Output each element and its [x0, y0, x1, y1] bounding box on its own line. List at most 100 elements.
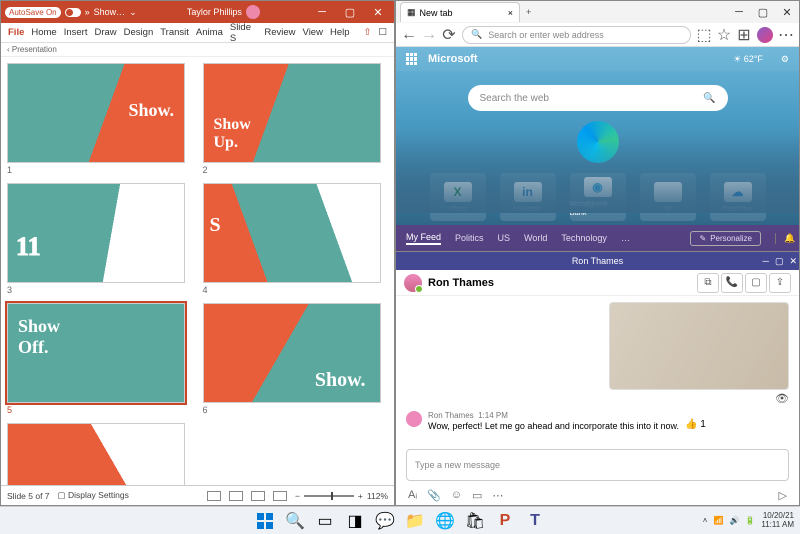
slide-sorter[interactable]: Show.1 Show Up.2 113 S4 Show Off.5 Show.… — [1, 57, 394, 485]
view-normal-icon[interactable] — [207, 491, 221, 501]
contact-name[interactable]: Ron Thames — [428, 277, 494, 289]
emoji-button[interactable]: ☺ — [451, 489, 462, 501]
maximize-button[interactable]: ▢ — [338, 6, 362, 19]
attach-button[interactable]: 📎 — [427, 489, 441, 502]
zoom-level[interactable]: 112% — [367, 491, 388, 501]
video-call-button[interactable]: ▢ — [745, 273, 767, 293]
view-reading-icon[interactable] — [251, 491, 265, 501]
chat-pane[interactable]: 👁 Ron Thames 1:14 PM Wow, perfect! Let m… — [396, 296, 799, 449]
format-button[interactable]: Aᵢ — [408, 489, 417, 501]
teams-maximize-button[interactable]: ▢ — [775, 256, 784, 267]
edge-minimize-button[interactable]: ─ — [727, 6, 751, 18]
teams-close-button[interactable]: ✕ — [789, 256, 797, 267]
widgets-button[interactable]: ◨ — [342, 509, 368, 533]
notifications-icon[interactable]: 🔔 — [775, 233, 789, 244]
contact-avatar-icon[interactable] — [404, 274, 422, 292]
compose-box[interactable]: Type a new message — [406, 449, 789, 481]
ribbon-tab-help[interactable]: Help — [327, 25, 353, 40]
minimize-button[interactable]: ─ — [310, 6, 334, 18]
display-settings-button[interactable]: ▢ Display Settings — [58, 490, 129, 501]
teams-minimize-button[interactable]: ─ — [763, 256, 769, 267]
send-button[interactable]: ▷ — [779, 489, 787, 502]
weather-widget[interactable]: ☀ 62°F — [733, 54, 763, 65]
slide-thumb-1[interactable]: Show.1 — [7, 63, 193, 175]
start-button[interactable] — [252, 509, 278, 533]
profile-avatar-icon[interactable] — [757, 27, 773, 43]
image-attachment[interactable] — [609, 302, 789, 390]
wifi-icon[interactable]: 📶 — [713, 516, 723, 525]
user-avatar-icon[interactable] — [246, 5, 260, 19]
user-name[interactable]: Taylor Phillips — [187, 7, 242, 17]
app-launcher-icon[interactable] — [406, 53, 418, 65]
slide-thumb-7[interactable]: 7 — [7, 423, 193, 485]
edge-maximize-button[interactable]: ▢ — [751, 6, 775, 19]
ribbon-tab-draw[interactable]: Draw — [91, 25, 119, 40]
powerpoint-taskbar-icon[interactable]: P — [492, 509, 518, 533]
gif-button[interactable]: ▭ — [472, 489, 482, 502]
slide-thumb-6[interactable]: Show.6 — [203, 303, 389, 415]
qat-more[interactable]: » — [85, 7, 90, 17]
edge-close-button[interactable]: ✕ — [775, 6, 799, 19]
favorites-button[interactable]: ☆ — [717, 28, 731, 42]
edge-taskbar-icon[interactable]: 🌐 — [432, 509, 458, 533]
back-button[interactable]: ← — [402, 28, 416, 42]
chat-button[interactable]: 💬 — [372, 509, 398, 533]
task-view-button[interactable]: ▭ — [312, 509, 338, 533]
popout-button[interactable]: ⧉ — [697, 273, 719, 293]
view-slideshow-icon[interactable] — [273, 491, 287, 501]
feed-tab-technology[interactable]: Technology — [561, 233, 607, 243]
ribbon-tab-view[interactable]: View — [300, 25, 326, 40]
screenshare-button[interactable]: ⇪ — [769, 273, 791, 293]
ribbon-tab-slideshow[interactable]: Slide S — [227, 20, 261, 46]
system-tray[interactable]: ˄ 📶 🔊 🔋 10/20/21 11:11 AM — [703, 512, 794, 530]
clock[interactable]: 10/20/21 11:11 AM — [761, 512, 794, 530]
teams-taskbar-icon[interactable]: T — [522, 509, 548, 533]
explorer-button[interactable]: 📁 — [402, 509, 428, 533]
autosave-toggle[interactable] — [65, 8, 81, 17]
close-button[interactable]: ✕ — [366, 6, 390, 19]
extensions-button[interactable]: ⬚ — [697, 28, 711, 42]
tray-chevron-icon[interactable]: ˄ — [703, 516, 708, 525]
tab-close-icon[interactable]: × — [508, 8, 513, 18]
ntp-settings-icon[interactable]: ⚙ — [781, 54, 789, 65]
slide-thumb-5[interactable]: Show Off.5 — [7, 303, 193, 415]
ribbon-tab-insert[interactable]: Insert — [61, 25, 91, 40]
share-button[interactable]: ⇧ — [361, 25, 375, 40]
search-button[interactable]: 🔍 — [282, 509, 308, 533]
feed-tab-us[interactable]: US — [498, 233, 511, 243]
comments-button[interactable]: ☐ — [375, 25, 390, 40]
menu-button[interactable]: ⋯ — [779, 28, 793, 42]
more-button[interactable]: ⋯ — [492, 489, 503, 502]
ribbon-tab-file[interactable]: File — [5, 25, 27, 40]
volume-icon[interactable]: 🔊 — [729, 516, 739, 525]
refresh-button[interactable]: ⟳ — [442, 28, 456, 42]
ntp-search-box[interactable]: Search the web 🔍 — [468, 85, 728, 111]
search-submit-icon[interactable]: 🔍 — [703, 93, 715, 104]
new-tab-button[interactable]: + — [520, 7, 537, 17]
autosave-badge[interactable]: AutoSave On — [5, 7, 61, 18]
collections-button[interactable]: ⊞ — [737, 28, 751, 42]
zoom-out-button[interactable]: − — [295, 491, 300, 501]
slide-thumb-3[interactable]: 113 — [7, 183, 193, 295]
ribbon-tab-animations[interactable]: Anima — [193, 25, 226, 40]
call-button[interactable]: 📞 — [721, 273, 743, 293]
ribbon-tab-home[interactable]: Home — [28, 25, 59, 40]
doc-title[interactable]: Show… — [94, 7, 126, 17]
feed-tab-politics[interactable]: Politics — [455, 233, 484, 243]
address-bar[interactable]: 🔍 Search or enter web address — [462, 26, 691, 44]
store-button[interactable]: 🛍 — [462, 509, 488, 533]
zoom-in-button[interactable]: + — [358, 491, 363, 501]
view-sorter-icon[interactable] — [229, 491, 243, 501]
slide-thumb-2[interactable]: Show Up.2 — [203, 63, 389, 175]
msg-reaction[interactable]: 👍 1 — [685, 419, 706, 430]
slide-thumb-4[interactable]: S4 — [203, 183, 389, 295]
feed-tab-world[interactable]: World — [524, 233, 547, 243]
ribbon-tab-review[interactable]: Review — [261, 25, 298, 40]
battery-icon[interactable]: 🔋 — [745, 516, 755, 525]
browser-tab[interactable]: ▦ New tab × — [400, 2, 520, 22]
feed-tab-myfeed[interactable]: My Feed — [406, 232, 441, 245]
ribbon-tab-design[interactable]: Design — [121, 25, 157, 40]
zoom-slider[interactable] — [304, 495, 354, 497]
feed-tab-more[interactable]: … — [621, 233, 630, 243]
doc-title-dropdown-icon[interactable]: ⌄ — [129, 7, 137, 18]
